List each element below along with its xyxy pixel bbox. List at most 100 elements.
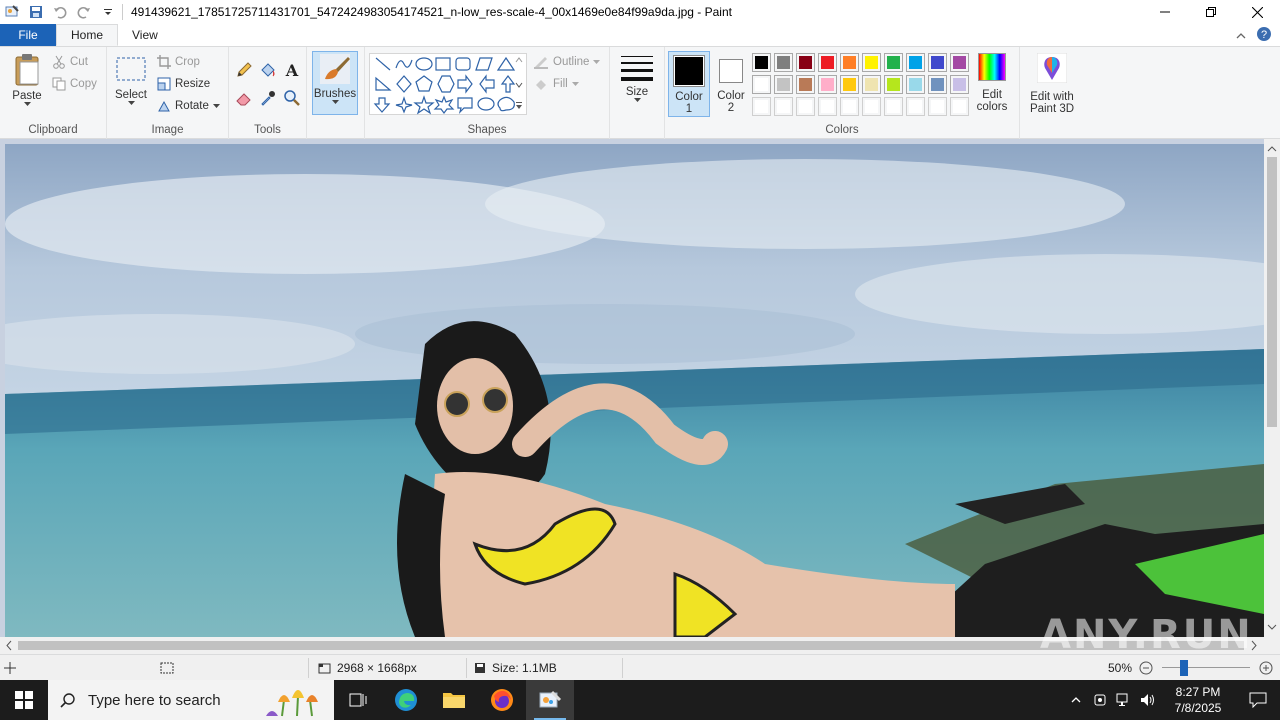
clipboard-group: Paste Cut Copy Clipboard [0,47,107,139]
palette-swatch[interactable] [862,75,881,94]
palette-swatch[interactable] [884,75,903,94]
rainbow-icon [978,53,1006,81]
redo-icon[interactable] [76,4,92,20]
show-hidden-icons[interactable] [1064,680,1088,720]
palette-swatch[interactable] [774,75,793,94]
close-button[interactable] [1234,0,1280,24]
palette-swatch[interactable] [818,53,837,72]
palette-swatch[interactable] [752,53,771,72]
palette-swatch[interactable] [928,97,947,116]
edit-colors-button[interactable]: Edit colors [973,53,1011,113]
notification-center-button[interactable] [1236,692,1280,708]
brushes-button[interactable]: Brushes [312,51,358,115]
shapes-label: Shapes [467,124,507,136]
palette-swatch[interactable] [840,53,859,72]
palette-swatch[interactable] [752,75,771,94]
task-view-button[interactable] [334,680,382,720]
palette-swatch[interactable] [928,75,947,94]
title-bar: 491439621_17851725711431701_547242498305… [0,0,1280,24]
palette-swatch[interactable] [862,53,881,72]
edit-with-paint3d-button[interactable]: Edit with Paint 3D [1024,53,1080,115]
resize-icon [157,77,171,91]
size-button[interactable]: Size [618,53,656,103]
minimize-button[interactable] [1142,0,1188,24]
text-tool-icon[interactable]: A [283,61,301,80]
collapse-ribbon-icon[interactable] [1236,29,1246,43]
cursor-position [4,655,16,681]
device-icon[interactable] [1088,680,1112,720]
edge-button[interactable] [382,680,430,720]
palette-swatch[interactable] [906,75,925,94]
image-canvas[interactable] [5,144,1264,637]
palette-swatch[interactable] [774,53,793,72]
tab-home[interactable]: Home [56,24,119,46]
palette-swatch[interactable] [752,97,771,116]
zoom-out-button[interactable] [1139,655,1153,681]
palette-swatch[interactable] [906,53,925,72]
shapes-scroll[interactable] [514,55,526,113]
firefox-button[interactable] [478,680,526,720]
shapes-gallery[interactable] [369,53,527,115]
file-menu-button[interactable]: File [0,24,56,46]
palette-swatch[interactable] [774,97,793,116]
undo-icon[interactable] [52,4,68,20]
image-dimensions: 2968 × 1668px [318,655,417,681]
outline-button[interactable]: Outline [533,55,601,69]
clipboard-label: Clipboard [28,124,78,136]
palette-swatch[interactable] [928,53,947,72]
paste-button[interactable]: Paste [8,53,46,107]
palette-swatch[interactable] [840,75,859,94]
paint-taskbar-button[interactable] [526,680,574,720]
file-explorer-button[interactable] [430,680,478,720]
network-icon[interactable] [1112,680,1136,720]
copy-button[interactable]: Copy [52,77,97,91]
outline-icon [534,57,548,69]
fill-button[interactable]: Fill [533,77,579,91]
customize-toolbar-icon[interactable] [100,4,116,20]
tab-view[interactable]: View [118,24,172,46]
clock[interactable]: 8:27 PM 7/8/2025 [1160,684,1236,716]
svg-text:?: ? [1261,29,1267,41]
fill-bucket-icon[interactable] [259,61,277,79]
eraser-icon[interactable] [235,89,253,107]
color2-button[interactable]: Color 2 [713,51,749,117]
palette-swatch[interactable] [796,75,815,94]
palette-swatch[interactable] [884,53,903,72]
palette-swatch[interactable] [818,97,837,116]
palette-swatch[interactable] [818,75,837,94]
select-button[interactable]: Select [113,55,149,106]
pencil-icon[interactable] [235,61,253,79]
taskbar-search[interactable]: Type here to search [48,680,334,720]
cut-button[interactable]: Cut [52,55,88,69]
start-button[interactable] [0,680,48,720]
palette-swatch[interactable] [950,97,969,116]
palette-swatch[interactable] [950,53,969,72]
vertical-scrollbar[interactable] [1264,139,1280,637]
windows-logo-icon [15,691,33,709]
paint-app-icon [4,4,20,20]
rotate-button[interactable]: Rotate [157,99,220,113]
color1-button[interactable]: Color 1 [668,51,710,117]
search-icon [60,693,75,708]
resize-button[interactable]: Resize [157,77,210,91]
palette-swatch[interactable] [884,97,903,116]
volume-icon[interactable] [1136,680,1160,720]
scroll-corner [1264,637,1280,654]
palette-swatch[interactable] [950,75,969,94]
palette-swatch[interactable] [840,97,859,116]
palette-swatch[interactable] [862,97,881,116]
palette-swatch[interactable] [906,97,925,116]
crop-button[interactable]: Crop [157,55,200,69]
paint3d-icon [1037,53,1067,83]
save-icon[interactable] [28,4,44,20]
palette-swatch[interactable] [796,53,815,72]
zoom-slider[interactable] [1162,655,1250,681]
help-icon[interactable]: ? [1256,26,1272,45]
magnifier-icon[interactable] [283,89,301,107]
zoom-in-button[interactable] [1259,655,1273,681]
colors-group: Color 1 Color 2 Edit colors Colors [665,47,1020,139]
maximize-button[interactable] [1188,0,1234,24]
paste-icon [15,54,39,86]
palette-swatch[interactable] [796,97,815,116]
color-picker-icon[interactable] [259,89,277,107]
